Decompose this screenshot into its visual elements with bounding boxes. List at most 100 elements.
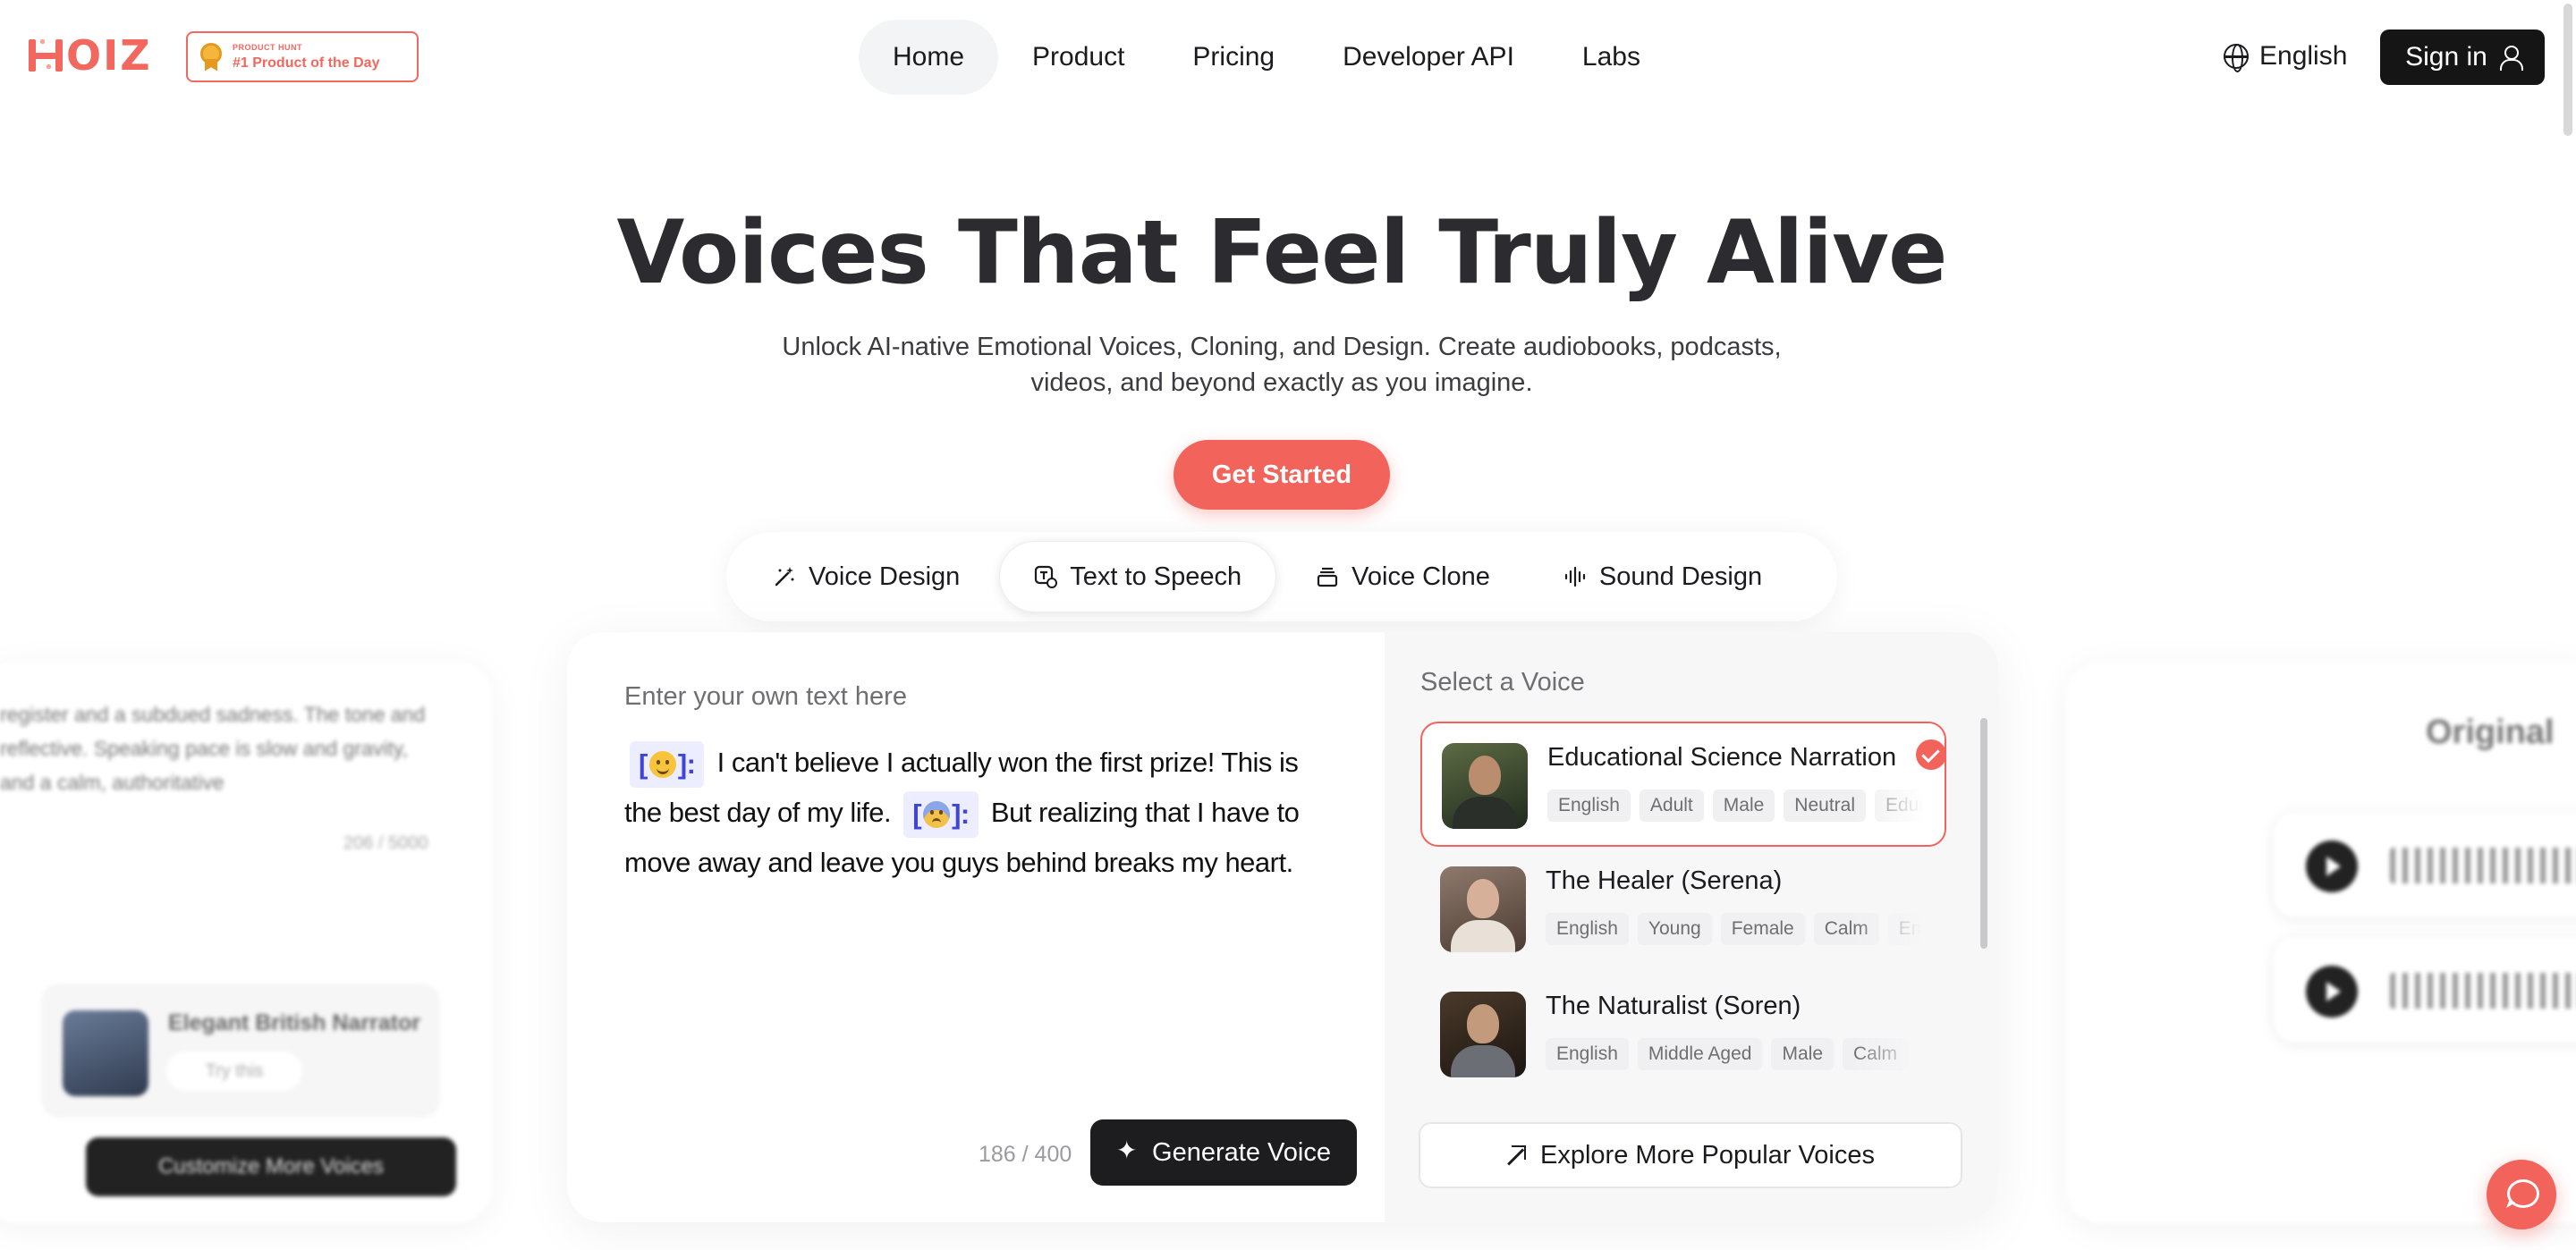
voice-tag: Empathetic xyxy=(1887,913,1921,945)
play-icon xyxy=(2306,966,2358,1018)
emotion-tag-happy[interactable]: []: xyxy=(630,740,705,788)
voice-name: The Naturalist (Soren) xyxy=(1546,992,1801,1020)
emotion-tag-sad[interactable]: []: xyxy=(903,790,979,838)
product-hunt-badge[interactable]: PRODUCT HUNT #1 Product of the Day xyxy=(186,31,419,82)
nav-pricing[interactable]: Pricing xyxy=(1158,20,1309,95)
globe-icon xyxy=(2224,44,2249,72)
voice-item-the-naturalist[interactable]: The Naturalist (Soren) English Middle Ag… xyxy=(1420,972,1946,1097)
sad-emoji-icon xyxy=(923,800,951,828)
language-selector[interactable]: English xyxy=(2224,34,2347,79)
voice-tag: English xyxy=(1546,1038,1629,1070)
tab-voice-clone[interactable]: Voice Clone xyxy=(1282,541,1524,612)
logo-mark-icon xyxy=(29,38,64,73)
voice-tag: Young xyxy=(1637,913,1712,945)
voice-tag: English xyxy=(1547,790,1631,822)
side-left-text: register and a subdued sadness. The tone… xyxy=(0,703,426,794)
voice-name: Educational Science Narration xyxy=(1547,743,1897,772)
sparkle-icon xyxy=(1116,1136,1140,1165)
badge-caption: PRODUCT HUNT xyxy=(233,42,302,52)
nav-product[interactable]: Product xyxy=(998,20,1158,95)
badge-title: #1 Product of the Day xyxy=(233,55,380,71)
page-scrollbar[interactable] xyxy=(2563,4,2572,136)
medal-icon xyxy=(200,42,222,72)
voice-selector-panel: Select a Voice Educational Science Narra… xyxy=(1385,632,1998,1222)
voice-item-educational-science[interactable]: Educational Science Narration English Ad… xyxy=(1420,722,1946,847)
generate-voice-button[interactable]: Generate Voice xyxy=(1090,1119,1357,1186)
voice-tag: Male xyxy=(1771,1038,1835,1070)
voice-tag: Female xyxy=(1720,913,1805,945)
selected-check-icon xyxy=(1916,739,1946,770)
voice-tag: Calm xyxy=(1813,913,1879,945)
tab-label: Voice Clone xyxy=(1352,562,1490,591)
editor-placeholder: Enter your own text here xyxy=(624,682,907,711)
voice-tag: English xyxy=(1546,913,1629,945)
voice-tags: English Adult Male Neutral Educational xyxy=(1547,790,1923,822)
side-card-right: Original xyxy=(2066,662,2576,1223)
avatar xyxy=(63,1010,148,1096)
tag-bracket: ]: xyxy=(677,747,696,780)
side-left-voice-name: Elegant British Narrator xyxy=(168,1010,421,1035)
top-header: OIZ PRODUCT HUNT #1 Product of the Day H… xyxy=(0,0,2576,114)
explore-label: Explore More Popular Voices xyxy=(1540,1140,1875,1170)
feature-tabs: Voice Design Text to Speech Voice Clone … xyxy=(726,532,1837,621)
side-left-try-button: Try this xyxy=(166,1052,302,1091)
tab-sound-design[interactable]: Sound Design xyxy=(1530,541,1796,612)
voice-tag: Male xyxy=(1712,790,1775,822)
explore-voices-button[interactable]: Explore More Popular Voices xyxy=(1419,1122,1962,1188)
logo-text: OIZ xyxy=(66,31,152,80)
voice-tag: Adult xyxy=(1639,790,1704,822)
happy-emoji-icon xyxy=(648,750,676,778)
tab-text-to-speech[interactable]: Text to Speech xyxy=(999,541,1277,612)
voice-tag: Neutral xyxy=(1784,790,1866,822)
voice-tags: English Young Female Calm Empathetic xyxy=(1546,913,1921,945)
hero-title: Voices That Feel Truly Alive xyxy=(616,202,1948,304)
tab-label: Voice Design xyxy=(809,562,961,591)
magic-wand-icon xyxy=(775,567,794,587)
voice-item-the-healer[interactable]: The Healer (Serena) English Young Female… xyxy=(1420,847,1946,972)
chat-support-button[interactable] xyxy=(2487,1160,2556,1229)
side-left-customize-button: Customize More Voices xyxy=(86,1137,456,1196)
tag-bracket: ]: xyxy=(952,798,970,830)
play-icon xyxy=(2306,840,2358,892)
side-left-voice-card: Elegant British Narrator Try this xyxy=(41,984,440,1118)
editor-text-area[interactable]: []: I can't believe I actually won the f… xyxy=(624,738,1322,888)
main-nav: Home Product Pricing Developer API Labs xyxy=(859,20,1674,95)
tag-bracket: [ xyxy=(639,747,648,780)
side-right-title: Original xyxy=(2426,714,2555,751)
waveform-icon xyxy=(1564,566,1586,587)
waveform-icon xyxy=(2390,848,2576,883)
voice-name: The Healer (Serena) xyxy=(1546,866,1783,895)
avatar xyxy=(1440,866,1526,952)
nav-developer-api[interactable]: Developer API xyxy=(1309,20,1548,95)
nav-labs[interactable]: Labs xyxy=(1548,20,1674,95)
side-card-left: register and a subdued sadness. The tone… xyxy=(0,662,492,1223)
voice-list-scrollbar[interactable] xyxy=(1980,718,1987,949)
nav-home[interactable]: Home xyxy=(859,20,999,95)
text-to-speech-card: Enter your own text here []: I can't bel… xyxy=(567,632,1998,1222)
avatar xyxy=(1440,992,1526,1077)
text-speech-icon xyxy=(1035,565,1058,588)
sign-in-label: Sign in xyxy=(2405,42,2487,72)
hero-subtitle: Unlock AI-native Emotional Voices, Cloni… xyxy=(782,333,1782,397)
tab-label: Text to Speech xyxy=(1070,562,1242,591)
voice-tag: Calm xyxy=(1843,1038,1909,1070)
character-counter: 186 / 400 xyxy=(979,1142,1072,1167)
voice-panel-title: Select a Voice xyxy=(1420,668,1585,697)
language-label: English xyxy=(2259,41,2348,71)
voice-tag: Educational xyxy=(1875,790,1923,822)
user-icon xyxy=(2499,46,2523,71)
waveform-icon xyxy=(2390,973,2576,1009)
voice-tags: English Middle Aged Male Calm xyxy=(1546,1038,1921,1070)
logo[interactable]: OIZ xyxy=(29,34,152,77)
sign-in-button[interactable]: Sign in xyxy=(2380,30,2545,85)
tab-label: Sound Design xyxy=(1598,562,1763,591)
generate-label: Generate Voice xyxy=(1152,1137,1331,1167)
voice-tag: Middle Aged xyxy=(1637,1038,1763,1070)
avatar xyxy=(1442,743,1528,829)
side-left-count: 206 / 5000 xyxy=(343,833,428,853)
tab-voice-design[interactable]: Voice Design xyxy=(739,541,994,612)
tag-bracket: [ xyxy=(912,798,922,830)
audio-row xyxy=(2274,937,2576,1043)
audio-row xyxy=(2274,812,2576,917)
get-started-button[interactable]: Get Started xyxy=(1174,440,1390,510)
